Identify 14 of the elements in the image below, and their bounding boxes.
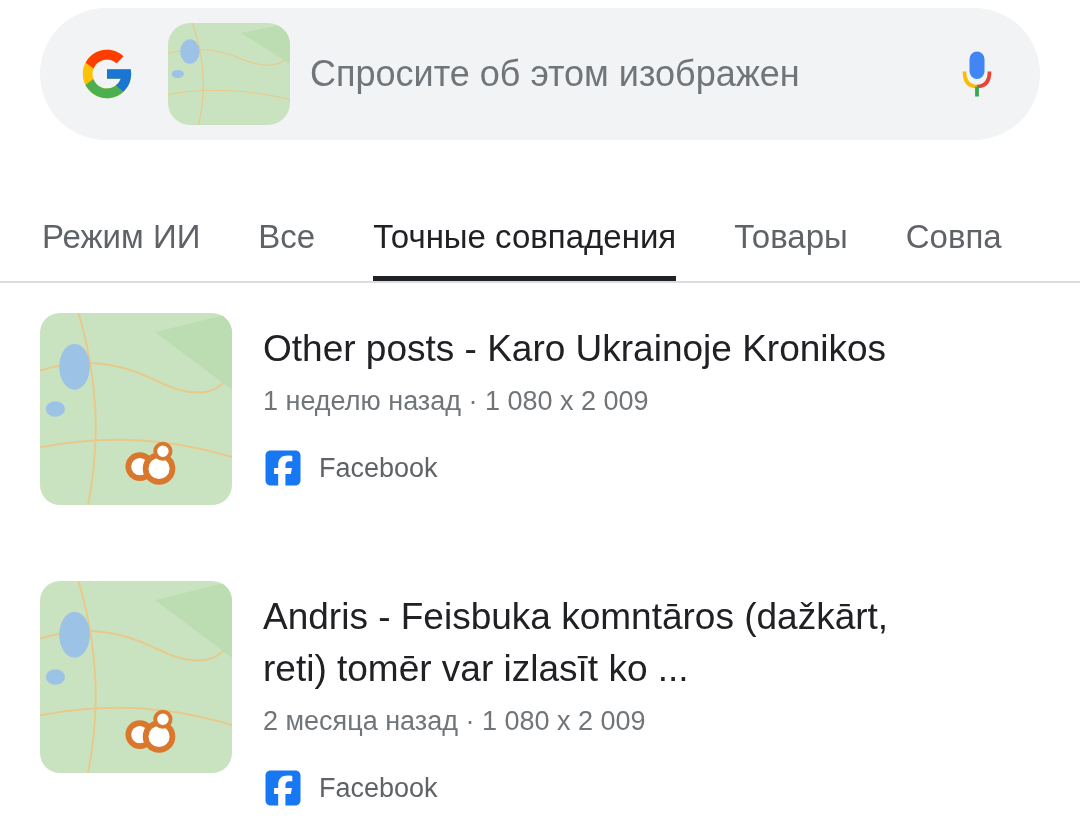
result-title[interactable]: Andris - Feisbuka komntāros (dažkārt, reti) tomēr var izlasīt ko ... [263,591,953,695]
tab[interactable]: Точные совпадения [373,192,677,281]
result-meta: 1 неделю назад · 1 080 x 2 009 [263,385,650,418]
result-source: Facebook [319,451,438,485]
tab[interactable]: Товары [734,192,848,281]
result-meta: 2 месяца назад · 1 080 x 2 009 [263,705,647,738]
search-bar[interactable]: Спросите об этом изображен [40,8,1040,140]
result-title[interactable]: Other posts - Karo Ukrainoje Kronikos [263,323,887,375]
tab[interactable]: Все [258,192,316,281]
microphone-icon[interactable] [962,51,992,97]
search-placeholder: Спросите об этом изображен [310,52,801,96]
tab[interactable]: Режим ИИ [42,192,201,281]
tab[interactable]: Совпа [905,192,1002,281]
result-source: Facebook [319,771,438,805]
